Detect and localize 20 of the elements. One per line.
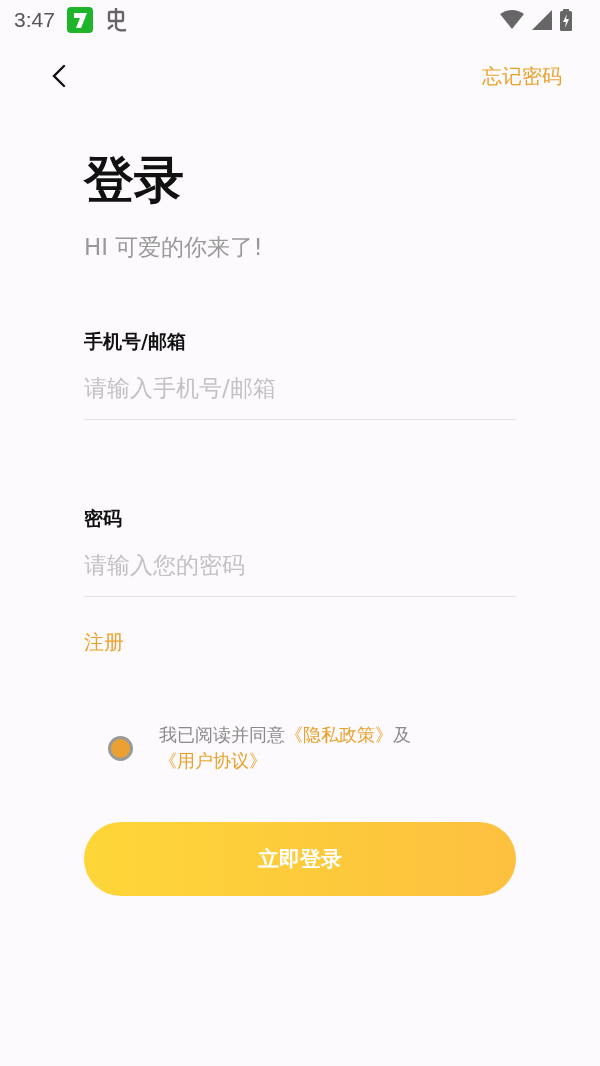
page-title: 登录: [84, 150, 184, 211]
policy-link[interactable]: 《隐私政策》: [285, 724, 393, 745]
agreement-text: 及: [393, 724, 411, 745]
input-field[interactable]: 请输入您的密码: [84, 532, 516, 597]
back-icon[interactable]: [52, 64, 66, 88]
login-button[interactable]: 立即登录: [84, 822, 516, 896]
field-label: 手机号/邮箱: [84, 329, 187, 354]
wifi-icon: [500, 10, 524, 30]
app-icon: [66, 7, 93, 33]
agree-radio[interactable]: [108, 735, 133, 761]
signal-icon: [532, 10, 552, 30]
policy-link[interactable]: 《用户协议》: [159, 750, 267, 771]
field-label: 密码: [84, 506, 123, 531]
input-field[interactable]: 请输入手机号/邮箱: [84, 355, 516, 420]
status-time: 3:47: [14, 8, 55, 32]
battery-icon: [560, 9, 572, 31]
subtitle: HI 可爱的你来了!: [84, 233, 263, 262]
agreement-text: 我已阅读并同意: [159, 724, 285, 745]
forgot-password-link[interactable]: 忘记密码: [482, 62, 562, 90]
register-link[interactable]: 注册: [84, 629, 124, 656]
